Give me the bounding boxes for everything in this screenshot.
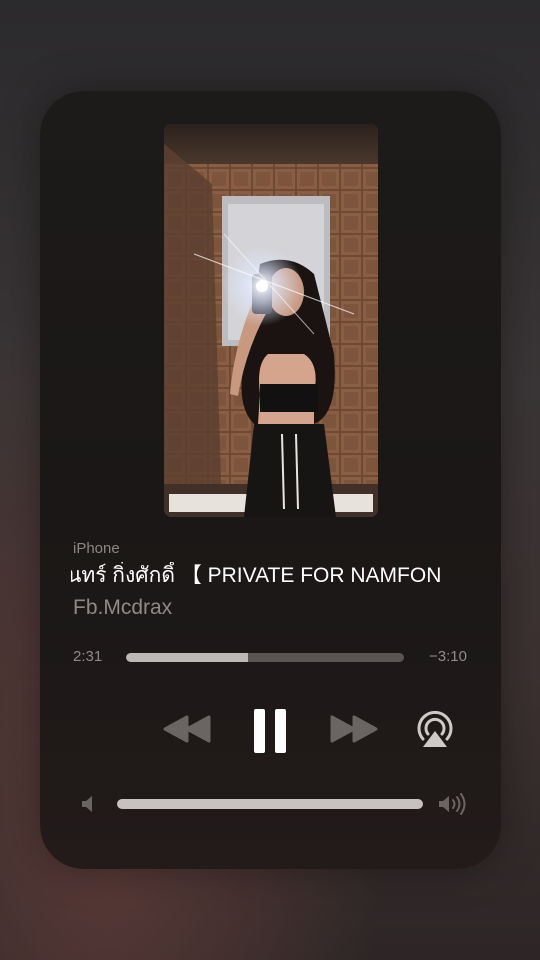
volume-slider[interactable] <box>117 799 423 809</box>
speaker-high-icon <box>437 793 467 815</box>
now-playing-card: iPhone นทร์ กิ่งศักดิ์ 【 PRIVATE FOR NAM… <box>40 91 501 869</box>
track-title-container: นทร์ กิ่งศักดิ์ 【 PRIVATE FOR NAMFON <box>71 562 469 590</box>
fast-forward-button[interactable] <box>328 713 380 745</box>
pause-button[interactable] <box>248 707 292 755</box>
artist-name: Fb.Mcdrax <box>73 596 173 619</box>
airplay-icon <box>417 711 453 747</box>
rewind-button[interactable] <box>161 713 213 745</box>
speaker-low-icon <box>80 793 96 815</box>
pause-icon <box>254 709 286 753</box>
scrubber-progress-fill <box>126 653 249 662</box>
fast-forward-icon <box>330 715 378 743</box>
elapsed-time: 2:31 <box>73 648 103 665</box>
airplay-button[interactable] <box>414 711 456 749</box>
track-title: นทร์ กิ่งศักดิ์ 【 PRIVATE FOR NAMFON <box>71 564 442 587</box>
album-artwork <box>164 124 378 517</box>
remaining-time: −3:10 <box>429 648 467 665</box>
source-device-label: iPhone <box>73 540 120 557</box>
playback-scrubber[interactable] <box>126 653 404 662</box>
rewind-icon <box>163 715 211 743</box>
